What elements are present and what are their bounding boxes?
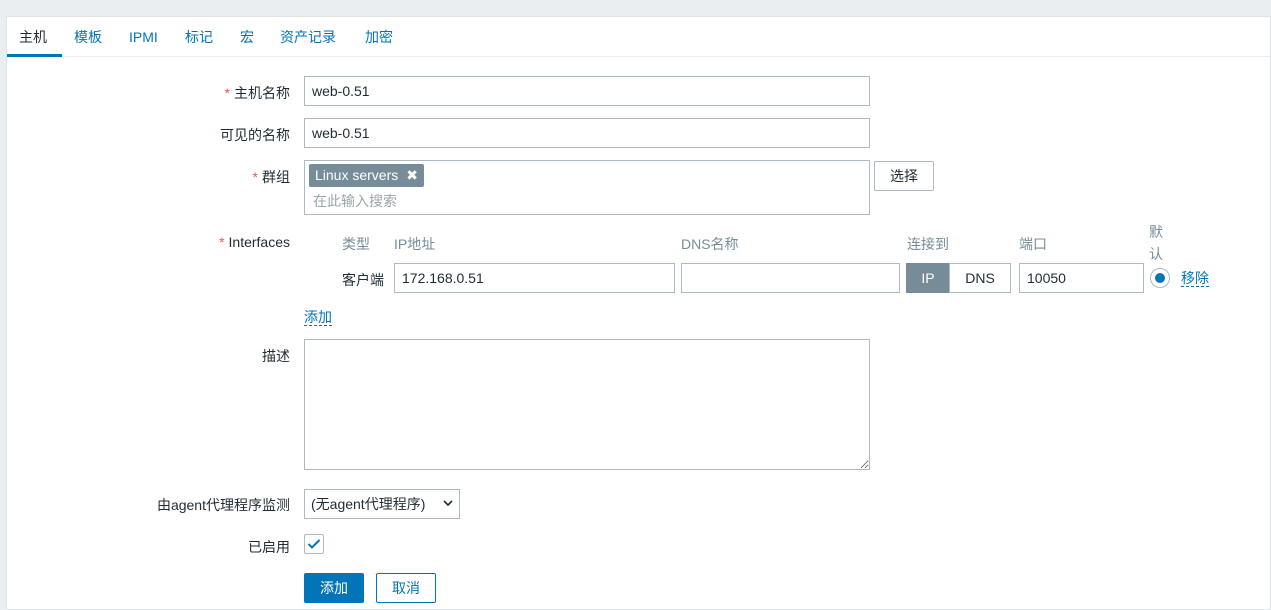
- tab-tags[interactable]: 标记: [185, 29, 213, 45]
- groups-label-text: 群组: [262, 169, 290, 185]
- groups-multiselect[interactable]: Linux servers ✖: [304, 160, 870, 215]
- connect-ip-toggle[interactable]: IP: [906, 263, 950, 293]
- tab-ipmi[interactable]: IPMI: [129, 29, 158, 45]
- interfaces-label-text: Interfaces: [228, 234, 290, 250]
- visible-name-label: 可见的名称: [220, 127, 290, 143]
- remove-interface-link[interactable]: 移除: [1181, 270, 1209, 287]
- interface-ip-input[interactable]: [394, 263, 675, 293]
- proxy-select[interactable]: (无agent代理程序): [304, 489, 460, 519]
- required-mark: *: [224, 85, 230, 101]
- groups-search-input[interactable]: [311, 191, 851, 211]
- remove-tag-icon[interactable]: ✖: [406, 164, 418, 187]
- default-interface-radio[interactable]: [1150, 268, 1170, 288]
- host-name-input[interactable]: [304, 76, 870, 106]
- col-dns-header: DNS名称: [681, 236, 739, 252]
- interface-port-input[interactable]: [1019, 263, 1144, 293]
- required-mark: *: [219, 234, 225, 250]
- group-tag: Linux servers ✖: [309, 164, 424, 187]
- add-interface-link[interactable]: 添加: [304, 309, 332, 326]
- add-button[interactable]: 添加: [304, 573, 364, 603]
- col-connect-header: 连接到: [907, 236, 949, 252]
- tab-bar: 主机 模板 IPMI 标记 宏 资产记录 加密: [7, 17, 1270, 57]
- tab-templates[interactable]: 模板: [74, 29, 102, 45]
- chevron-down-icon: [443, 500, 453, 507]
- col-type-header: 类型: [342, 236, 370, 252]
- host-name-label-text: 主机名称: [234, 85, 290, 101]
- required-mark: *: [252, 169, 258, 185]
- host-form-panel: 主机 模板 IPMI 标记 宏 资产记录 加密 *主机名称 可见的名称 *群组 …: [6, 16, 1271, 610]
- host-name-label: * 主机名称: [225, 83, 290, 103]
- description-label: 描述: [262, 348, 290, 364]
- tab-inventory[interactable]: 资产记录: [280, 29, 336, 45]
- col-port-header: 端口: [1019, 236, 1047, 252]
- proxy-label: 由agent代理程序监测: [156, 497, 290, 513]
- tab-host[interactable]: 主机: [19, 29, 47, 45]
- enabled-label: 已启用: [248, 539, 290, 555]
- active-tab-indicator: [7, 54, 62, 57]
- tab-macros[interactable]: 宏: [240, 29, 254, 45]
- visible-name-input[interactable]: [304, 118, 870, 148]
- col-ip-header: IP地址: [394, 236, 436, 252]
- select-groups-button[interactable]: 选择: [874, 161, 934, 191]
- group-tag-label: Linux servers: [315, 167, 399, 183]
- col-default-header-2: 认: [1149, 246, 1163, 262]
- check-icon: [307, 539, 321, 549]
- interfaces-label: * Interfaces: [219, 234, 290, 250]
- tab-encryption[interactable]: 加密: [365, 29, 393, 45]
- proxy-selected-value: (无agent代理程序): [311, 496, 426, 512]
- enabled-checkbox[interactable]: [304, 534, 324, 554]
- col-default-header-1: 默: [1149, 224, 1163, 240]
- cancel-button[interactable]: 取消: [376, 573, 436, 603]
- groups-label: * 群组: [253, 167, 290, 187]
- interface-type: 客户端: [342, 272, 384, 288]
- description-textarea[interactable]: [304, 339, 870, 470]
- interface-dns-input[interactable]: [681, 263, 900, 293]
- connect-dns-toggle[interactable]: DNS: [949, 263, 1011, 293]
